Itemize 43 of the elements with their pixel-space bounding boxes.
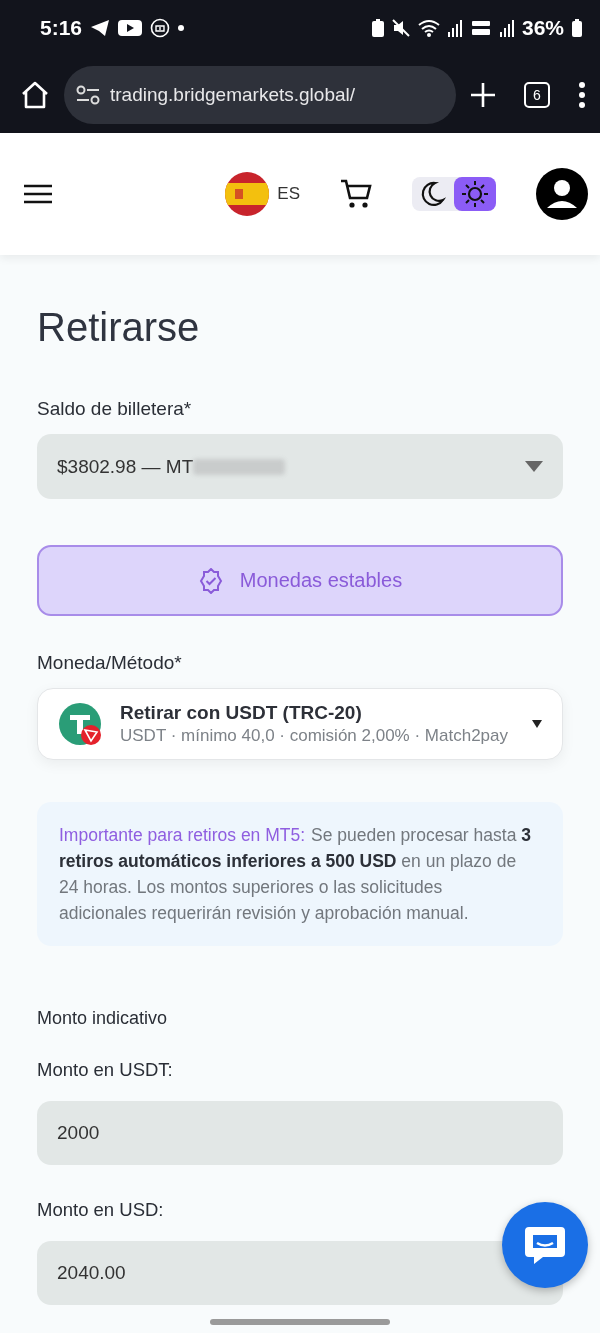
menu-icon[interactable] [24, 184, 52, 204]
cart-icon[interactable] [340, 179, 372, 209]
caret-icon [532, 720, 542, 728]
field-label: Moneda/Método* [37, 652, 183, 674]
more-icon[interactable] [578, 81, 586, 108]
chat-button[interactable] [502, 1202, 588, 1288]
dropdown-icon[interactable] [525, 460, 543, 473]
wifi-icon [417, 19, 440, 37]
field-label: Monto en USDT: [37, 1059, 174, 1081]
chat-icon [523, 1224, 567, 1266]
dot-icon [178, 25, 185, 31]
tune-icon [76, 84, 100, 105]
coin-icon [58, 702, 102, 746]
field-label: Monto en USD: [37, 1199, 165, 1221]
url-text: trading.bridgemarkets.global/ [110, 83, 356, 106]
field-label: Saldo de billetera* [37, 398, 193, 420]
account-icon[interactable] [536, 168, 588, 220]
verified-badge-icon [197, 567, 224, 594]
amount-field[interactable]: 2040.00 [37, 1241, 563, 1305]
plus-icon[interactable] [470, 81, 496, 108]
tab-count-button[interactable]: 6 [524, 81, 550, 108]
page-title: Retirarse [37, 305, 201, 350]
status-time: 5:16 [40, 16, 83, 40]
battery-icon [572, 19, 582, 37]
mute-icon [391, 19, 410, 37]
address-bar[interactable]: trading.bridgemarkets.global/ [64, 65, 456, 124]
signal-icon [447, 19, 462, 37]
note-text: Importante para retiros en MT5: Se pueden procesar hasta 3 retiros automáticos inferiores a 500 USD en un plazo de 24 horas. Los montos superiores o las solicitudes adicionales requerirán revisión y aprobación manual. [59, 824, 532, 925]
theme-option[interactable] [454, 177, 496, 211]
flag-icon[interactable] [225, 172, 270, 216]
language-label[interactable]: ES [277, 184, 300, 204]
method-title: Retirar con USDT (TRC-20) [120, 702, 363, 724]
home-icon[interactable] [20, 79, 50, 110]
signal-icon [499, 19, 514, 37]
method-details: USDT · mínimo 40,0 · comisión 2,00% · Match2pay [120, 726, 508, 746]
battery-level: 36% [521, 16, 564, 40]
section-label: Monto indicativo [37, 1008, 169, 1029]
amount-field[interactable]: 2000 [37, 1101, 563, 1165]
battery-saver-icon [371, 19, 384, 37]
wallet-select[interactable]: $3802.98 — MT [37, 434, 563, 499]
play-icon [118, 19, 143, 37]
method-select[interactable]: Retirar con USDT (TRC-20) USDT · mínimo 40,0 · comisión 2,00% · Match2pay [37, 688, 563, 760]
send-icon [90, 19, 111, 37]
